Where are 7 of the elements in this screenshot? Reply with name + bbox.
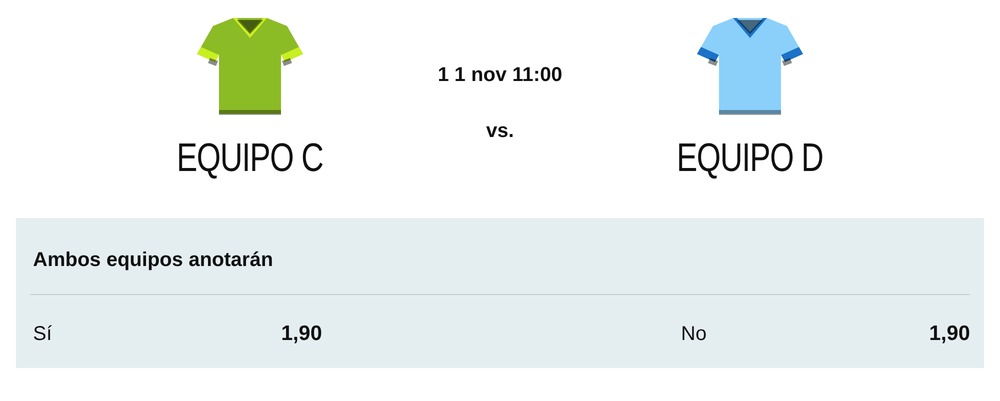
team-name: EQUIPO C	[176, 138, 324, 178]
odds-option[interactable]: Sí 1,90	[33, 318, 322, 350]
match-time: 1 1 nov 11:00	[438, 63, 562, 88]
market-title: Ambos equipos anotarán	[30, 218, 970, 295]
odds-option[interactable]: No 1,90	[681, 318, 970, 350]
team-name: EQUIPO D	[676, 138, 824, 178]
versus-label: vs.	[486, 119, 514, 144]
